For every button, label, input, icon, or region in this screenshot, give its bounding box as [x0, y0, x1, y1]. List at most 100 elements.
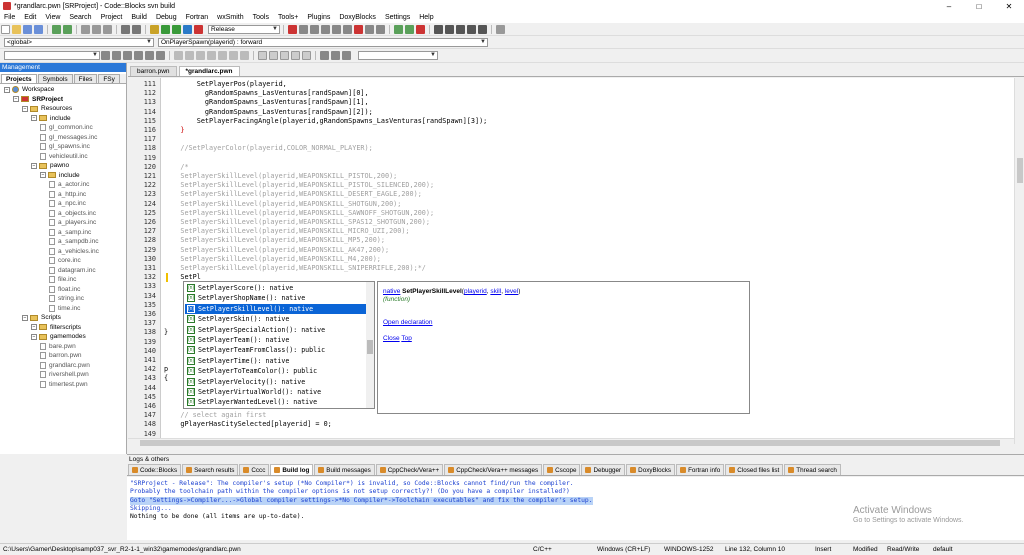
- menu-fortran[interactable]: Fortran: [186, 14, 209, 21]
- menu-tools[interactable]: Tools: [253, 14, 269, 21]
- mgmt-tab-symbols[interactable]: Symbols: [37, 74, 73, 83]
- next-instruction-icon[interactable]: [343, 24, 352, 34]
- menu-plugins[interactable]: Plugins: [307, 14, 330, 21]
- log-tab[interactable]: CppCheck/Vera++: [375, 464, 444, 475]
- dollar-icon[interactable]: [320, 51, 329, 60]
- search-next-icon[interactable]: [112, 51, 121, 60]
- search-combo[interactable]: ▼: [4, 51, 100, 60]
- editor-tab[interactable]: *grandlarc.pwn: [178, 66, 240, 76]
- expand-toggle-icon[interactable]: −: [22, 314, 28, 321]
- tree-item[interactable]: a_http.inc: [49, 190, 86, 199]
- autocomplete-item[interactable]: (n) SetPlayerToTeamColor(): public: [185, 366, 367, 376]
- tree-item[interactable]: a_sampdb.inc: [49, 237, 98, 246]
- run-to-cursor-icon[interactable]: [299, 24, 308, 34]
- menu-file[interactable]: File: [4, 14, 15, 21]
- menu-settings[interactable]: Settings: [385, 14, 410, 21]
- tree-item[interactable]: − Scripts: [22, 313, 61, 322]
- tree-item[interactable]: string.inc: [49, 294, 84, 303]
- log-tab[interactable]: Build messages: [314, 464, 375, 475]
- tree-item[interactable]: bare.pwn: [40, 342, 76, 351]
- new-file-icon[interactable]: [1, 24, 10, 34]
- undo-icon[interactable]: [52, 24, 61, 34]
- stop-debug-icon[interactable]: [354, 24, 363, 34]
- tree-item[interactable]: grandlarc.pwn: [40, 361, 90, 370]
- expand-toggle-icon[interactable]: −: [31, 324, 37, 330]
- autocomplete-item[interactable]: (n) SetPlayerSkillLevel(): native: [185, 303, 367, 314]
- maximize-button[interactable]: □: [964, 2, 994, 11]
- doxy-icon[interactable]: [496, 24, 505, 34]
- box-comment-icon[interactable]: [478, 24, 487, 34]
- copy-icon[interactable]: [92, 24, 101, 34]
- log-tab[interactable]: Search results: [182, 464, 239, 475]
- log-tab[interactable]: Code::Blocks: [128, 464, 182, 475]
- open-declaration-link[interactable]: Open declaration: [383, 319, 433, 326]
- abort-icon[interactable]: [194, 24, 203, 34]
- editor-horizontal-scrollbar[interactable]: [128, 438, 1014, 446]
- tree-item[interactable]: − include: [40, 171, 80, 180]
- autocomplete-item[interactable]: (n) SetPlayerShopName(): native: [185, 293, 367, 303]
- tree-item[interactable]: timertest.pwn: [40, 380, 88, 389]
- jump-forward-icon[interactable]: [405, 24, 414, 34]
- debug-info-icon[interactable]: [376, 24, 385, 34]
- save-all-icon[interactable]: [34, 24, 43, 34]
- tree-item[interactable]: file.inc: [49, 275, 76, 284]
- native-keyword-link[interactable]: native: [383, 288, 400, 295]
- redo-icon[interactable]: [63, 24, 72, 34]
- jump-back-icon[interactable]: [394, 24, 403, 34]
- scope-select[interactable]: <global> ▼: [4, 37, 154, 47]
- menu-debug[interactable]: Debug: [156, 14, 177, 21]
- clear-search-icon[interactable]: [156, 51, 165, 60]
- menu-edit[interactable]: Edit: [24, 14, 36, 21]
- toggle-comment-icon[interactable]: [456, 24, 465, 34]
- mgmt-tab-projects[interactable]: Projects: [1, 74, 37, 83]
- box4-icon[interactable]: [291, 51, 300, 60]
- box3-icon[interactable]: [280, 51, 289, 60]
- tree-item[interactable]: − filterscripts: [31, 323, 81, 332]
- menu-build[interactable]: Build: [131, 14, 147, 21]
- menu-tools+[interactable]: Tools+: [278, 14, 298, 21]
- paste-icon[interactable]: [103, 24, 112, 34]
- expand-toggle-icon[interactable]: −: [31, 162, 37, 169]
- uncomment-icon[interactable]: [445, 24, 454, 34]
- expand-toggle-icon[interactable]: −: [4, 86, 10, 93]
- tree-item[interactable]: gl_spawns.inc: [40, 142, 90, 151]
- highlight-icon[interactable]: [416, 24, 425, 34]
- tree-item[interactable]: a_players.inc: [49, 218, 96, 227]
- symbol-combo[interactable]: ▼: [358, 51, 438, 60]
- log-tab[interactable]: Cccc: [239, 464, 270, 475]
- box-icon[interactable]: [258, 51, 267, 60]
- function-select[interactable]: OnPlayerSpawn(playerid) : forward ▼: [158, 37, 488, 47]
- editor-vertical-scrollbar[interactable]: [1014, 78, 1024, 444]
- autocomplete-item[interactable]: (n) SetPlayerVelocity(): native: [185, 377, 367, 387]
- box2-icon[interactable]: [269, 51, 278, 60]
- tree-item[interactable]: rivershell.pwn: [40, 370, 89, 379]
- whole-word-icon[interactable]: [145, 51, 154, 60]
- box5-icon[interactable]: [302, 51, 311, 60]
- tree-item[interactable]: core.inc: [49, 256, 81, 265]
- log-tab[interactable]: Thread search: [784, 464, 841, 475]
- search-prev-icon[interactable]: [101, 51, 110, 60]
- mgmt-tab-fsy[interactable]: FSy: [98, 74, 120, 83]
- menu-search[interactable]: Search: [69, 14, 91, 21]
- tree-item[interactable]: float.inc: [49, 285, 80, 294]
- param-level-link[interactable]: level: [505, 288, 518, 295]
- toggle-fold-icon[interactable]: [207, 51, 216, 60]
- tree-item[interactable]: − pawno: [31, 161, 69, 170]
- log-tab[interactable]: Closed files list: [725, 464, 784, 475]
- tree-item[interactable]: gl_messages.inc: [40, 133, 97, 142]
- tree-item[interactable]: − Workspace: [4, 85, 54, 94]
- bookmark-prev-icon[interactable]: [229, 51, 238, 60]
- tree-item[interactable]: datagram.inc: [49, 266, 96, 275]
- step-into-icon[interactable]: [321, 24, 330, 34]
- comment-icon[interactable]: [434, 24, 443, 34]
- bookmark-next-icon[interactable]: [240, 51, 249, 60]
- cut-icon[interactable]: [81, 24, 90, 34]
- tree-item[interactable]: a_vehicles.inc: [49, 247, 99, 256]
- run-icon[interactable]: [161, 24, 170, 34]
- top-link[interactable]: Top: [401, 335, 411, 342]
- expand-toggle-icon[interactable]: −: [40, 172, 46, 178]
- tree-item[interactable]: vehicleutil.inc: [40, 152, 88, 161]
- close-button[interactable]: ✕: [994, 2, 1024, 11]
- tree-item[interactable]: − include: [31, 114, 71, 123]
- close-link[interactable]: Close: [383, 335, 400, 342]
